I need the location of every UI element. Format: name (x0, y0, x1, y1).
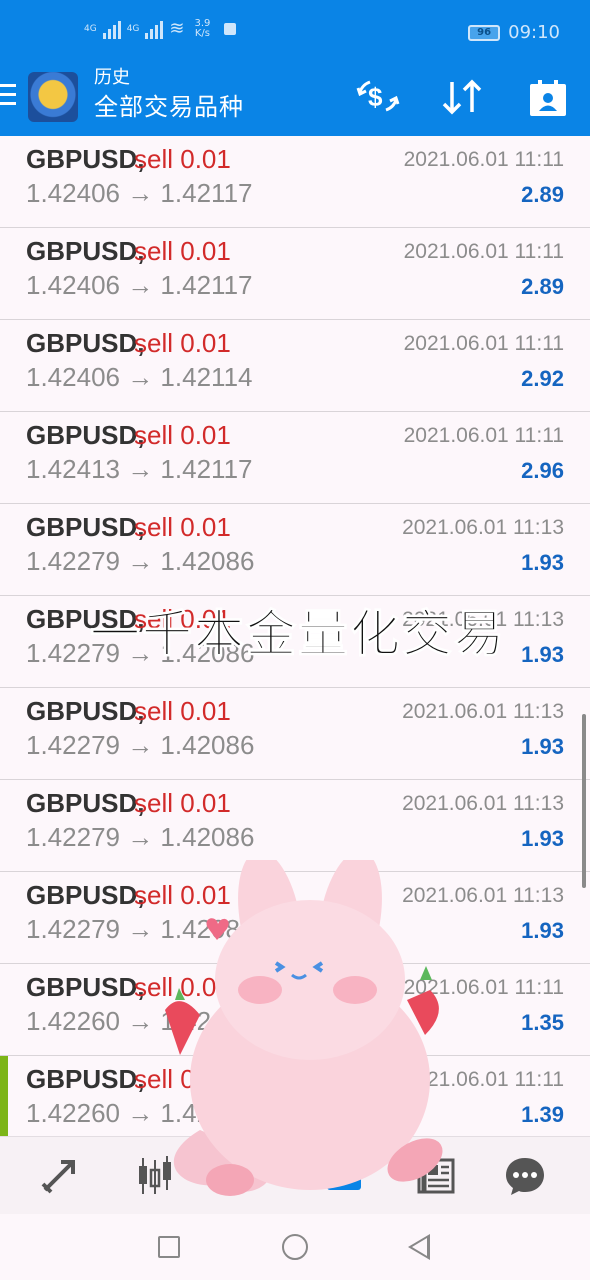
sort-icon[interactable] (440, 78, 484, 124)
home-icon[interactable] (282, 1234, 308, 1260)
trade-profit: 2.89 (521, 274, 564, 299)
trade-prices: 1.42406 → 1.42117 (26, 270, 253, 300)
status-left: 4G 4G ≋ 3.9 K/s (84, 18, 237, 39)
trade-prices: 1.42279 → 1.42086 (26, 730, 255, 760)
trade-symbol: GBPUSD, (26, 144, 145, 174)
network-speed: 3.9 K/s (194, 18, 211, 39)
trade-action: sell 0.01 (134, 788, 231, 818)
trade-action: sell 0.01 (134, 236, 231, 266)
title-block[interactable]: 历史 全部交易品种 (94, 66, 244, 124)
trade-profit: 2.96 (521, 458, 564, 483)
quotes-icon[interactable] (34, 1151, 84, 1201)
network-label-2: 4G (126, 23, 140, 34)
signal-icon-2 (145, 19, 164, 39)
app-bar: 历史 全部交易品种 $ (0, 66, 590, 136)
trade-prices: 1.42406 → 1.42114 (26, 362, 253, 392)
trade-row[interactable]: GBPUSD, sell 0.01 1.42279 → 1.42086 2021… (0, 688, 590, 780)
chat-icon[interactable] (500, 1151, 550, 1201)
battery-icon: 96 (468, 24, 501, 41)
trade-action: sell 0.01 (134, 144, 231, 174)
trade-profit: 1.93 (521, 918, 564, 943)
trade-row[interactable]: GBPUSD, sell 0.01 1.42279 → 1.42086 2021… (0, 780, 590, 872)
bunny-sticker-icon (165, 860, 443, 1196)
svg-text:$: $ (368, 82, 383, 112)
status-bar: 4G 4G ≋ 3.9 K/s 96 09:10 (0, 0, 590, 66)
trade-profit: 1.93 (521, 826, 564, 851)
trade-profit: 1.93 (521, 550, 564, 575)
trade-time: 2021.06.01 11:13 (402, 700, 564, 723)
menu-icon[interactable] (0, 84, 18, 108)
trade-time: 2021.06.01 11:13 (402, 792, 564, 815)
trade-symbol: GBPUSD, (26, 788, 145, 818)
list-scrollbar[interactable] (582, 714, 586, 888)
trade-action: sell 0.01 (134, 512, 231, 542)
trade-symbol: GBPUSD, (26, 512, 145, 542)
notification-icon (224, 22, 237, 35)
page-subtitle: 历史 (94, 67, 130, 88)
trade-profit: 1.39 (521, 1102, 564, 1127)
trade-symbol: GBPUSD, (26, 1064, 145, 1094)
trade-row[interactable]: GBPUSD, sell 0.01 1.42406 → 1.42114 2021… (0, 320, 590, 412)
wifi-icon: ≋ (169, 18, 185, 39)
trade-prices: 1.42279 → 1.42086 (26, 822, 255, 852)
trade-row[interactable]: GBPUSD, sell 0.01 1.42406 → 1.42117 2021… (0, 136, 590, 228)
trade-profit: 1.93 (521, 642, 564, 667)
trade-action: sell 0.01 (134, 328, 231, 358)
status-right: 96 09:10 (468, 22, 560, 43)
trade-symbol: GBPUSD, (26, 972, 145, 1002)
back-icon[interactable] (408, 1234, 430, 1260)
speed-unit: K/s (194, 27, 211, 39)
trade-profit: 2.89 (521, 182, 564, 207)
trade-time: 2021.06.01 11:11 (403, 148, 564, 171)
trade-profit: 2.92 (521, 366, 564, 391)
clock: 09:10 (508, 22, 560, 43)
trade-time: 2021.06.01 11:11 (403, 332, 564, 355)
trade-prices: 1.42279 → 1.42086 (26, 546, 255, 576)
recents-icon[interactable] (158, 1236, 180, 1258)
trade-row[interactable]: GBPUSD, sell 0.01 1.42413 → 1.42117 2021… (0, 412, 590, 504)
trade-profit: 1.93 (521, 734, 564, 759)
currency-exchange-icon[interactable]: $ (356, 78, 400, 122)
network-label-1: 4G (84, 23, 97, 34)
video-caption: 一千本金量化交易 (90, 605, 506, 664)
trade-row[interactable]: GBPUSD, sell 0.01 1.42406 → 1.42117 2021… (0, 228, 590, 320)
trade-prices: 1.42413 → 1.42117 (26, 454, 253, 484)
trade-prices: 1.42406 → 1.42117 (26, 178, 253, 208)
trade-symbol: GBPUSD, (26, 236, 145, 266)
trade-row[interactable]: GBPUSD, sell 0.01 1.42279 → 1.42086 2021… (0, 504, 590, 596)
signal-icon (102, 19, 121, 39)
trade-symbol: GBPUSD, (26, 420, 145, 450)
app-logo (28, 72, 78, 122)
trade-time: 2021.06.01 11:13 (402, 516, 564, 539)
trade-profit: 1.35 (521, 1010, 564, 1035)
page-title: 全部交易品种 (94, 93, 244, 121)
trade-action: sell 0.01 (134, 420, 231, 450)
trade-action: sell 0.01 (134, 696, 231, 726)
trade-time: 2021.06.01 11:11 (403, 424, 564, 447)
trade-time: 2021.06.01 11:11 (403, 240, 564, 263)
calendar-icon[interactable] (528, 78, 568, 126)
trade-symbol: GBPUSD, (26, 880, 145, 910)
trade-symbol: GBPUSD, (26, 696, 145, 726)
system-nav-bar (0, 1214, 590, 1280)
trade-symbol: GBPUSD, (26, 328, 145, 358)
